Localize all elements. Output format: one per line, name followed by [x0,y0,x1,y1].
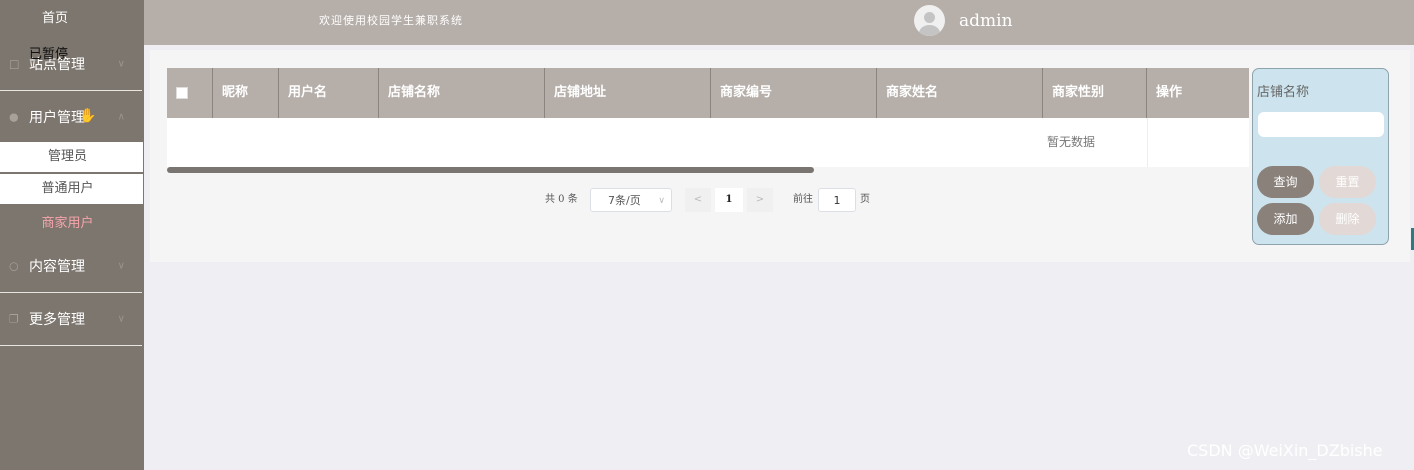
next-page-button[interactable]: > [747,188,773,212]
chevron-right-icon: > [755,194,765,205]
column-header[interactable]: 商家性别 [1043,68,1147,118]
select-all-column [167,68,213,118]
avatar-head-shape [924,12,935,23]
page-suffix: 页 [860,194,870,205]
column-header[interactable]: 昵称 [213,68,279,118]
table-header: 昵称 用户名 店铺名称 店铺地址 商家编号 商家姓名 商家性别 操作 [167,68,1249,118]
column-header[interactable]: 店铺地址 [545,68,711,118]
shop-name-label: 店铺名称 [1257,85,1310,100]
page-number[interactable]: 1 [715,188,743,212]
delete-button[interactable]: 删除 [1319,203,1376,235]
column-header[interactable]: 店铺名称 [379,68,545,118]
chevron-down-icon: ∨ [117,313,125,325]
home-link[interactable]: 首页 [0,0,144,38]
copy-icon: ❐ [9,312,19,326]
chevron-left-icon: < [693,194,703,205]
avatar-body-shape [919,25,940,36]
sidebar: 首页 □ 站点管理 ∨ 已暂停 ● 用户管理 ∧ ✋ 管理员 普通用户 商家用户… [0,0,144,470]
menu-user-management[interactable]: ● 用户管理 ∧ [0,91,142,144]
chevron-down-icon: ∨ [117,58,125,70]
column-header[interactable]: 用户名 [279,68,379,118]
watermark: CSDN @WeiXin_DZbishe [1187,441,1383,460]
menu-label: 用户管理 [29,110,85,126]
chevron-down-icon: ∨ [658,196,665,206]
page-size-value: 7条/页 [608,194,641,207]
paused-indicator: 已暂停 [29,47,69,62]
fixed-action-column [1147,118,1249,167]
goto-page-input[interactable]: 1 [818,188,856,212]
user-icon: ● [9,110,19,124]
table-body: 暂无数据 [167,118,1249,167]
sub-item-admin[interactable]: 管理员 [0,142,143,172]
monitor-icon: □ [9,57,20,71]
add-button[interactable]: 添加 [1257,203,1314,235]
menu-more-management[interactable]: ❐ 更多管理 ∨ [0,293,142,346]
prev-page-button[interactable]: < [685,188,711,212]
menu-label: 内容管理 [29,259,85,275]
goto-label: 前往 [793,194,813,205]
search-panel: 店铺名称 查询 重置 添加 删除 [1252,68,1389,245]
sub-item-merchant-user[interactable]: 商家用户 [0,209,143,239]
cursor-icon: ✋ [79,108,97,124]
page-size-select[interactable]: 7条/页 ∨ [590,188,672,212]
chevron-down-icon: ∨ [117,260,125,272]
column-header[interactable]: 商家编号 [711,68,877,118]
total-count: 共 0 条 [545,194,578,205]
column-header: 操作 [1156,85,1183,100]
query-button[interactable]: 查询 [1257,166,1314,198]
horizontal-scrollbar[interactable] [167,167,814,173]
menu-label: 更多管理 [29,312,85,328]
column-header[interactable]: 商家姓名 [877,68,1043,118]
chevron-up-icon: ∧ [117,111,125,123]
avatar[interactable] [914,5,945,36]
reset-button[interactable]: 重置 [1319,166,1376,198]
menu-content-management[interactable]: ○ 内容管理 ∨ [0,240,142,293]
welcome-text: 欢迎使用校园学生兼职系统 [319,14,463,27]
shop-name-input[interactable] [1258,112,1384,137]
select-all-checkbox[interactable] [176,87,188,99]
menu-site-management[interactable]: □ 站点管理 ∨ [0,38,142,91]
top-header: 欢迎使用校园学生兼职系统 admin [144,0,1414,45]
username[interactable]: admin [959,0,1013,42]
chat-icon: ○ [9,259,19,273]
empty-text: 暂无数据 [1047,135,1096,149]
sub-item-normal-user[interactable]: 普通用户 [0,174,143,204]
